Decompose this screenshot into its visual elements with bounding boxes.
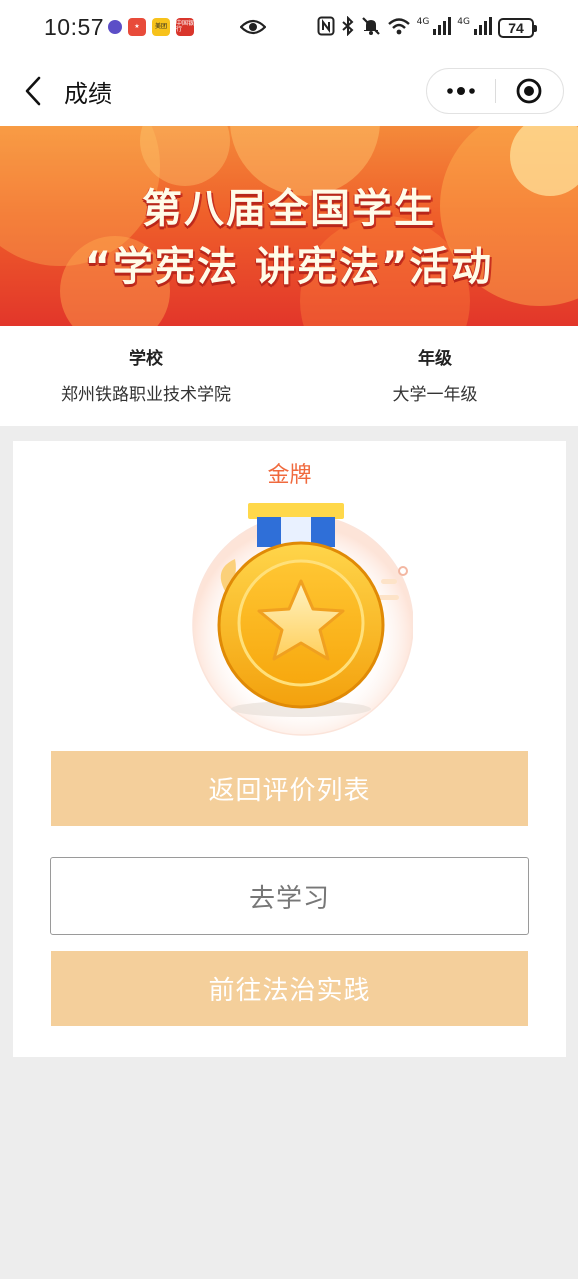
go-study-button[interactable]: 去学习 [50,857,529,935]
status-right-icons: 4G 4G 74 [317,15,537,40]
wifi-icon [387,16,411,40]
more-button[interactable] [427,69,495,113]
network-type-label: 4G [416,17,430,27]
back-button[interactable] [18,74,48,108]
banner-title-line1: 第八届全国学生 [142,186,436,232]
mute-bell-icon [361,16,381,40]
network-type-label: 4G [457,17,470,27]
school-label: 学校 [129,349,163,369]
bluetooth-icon [341,15,355,40]
close-mini-program-button[interactable] [496,69,564,113]
more-dots-icon [446,87,475,95]
bank-icon: 中国银行 [176,18,194,36]
app-notification-icon [108,20,122,34]
chevron-left-icon [25,76,41,106]
school-info: 学校 郑州铁路职业技术学院 [0,344,292,405]
school-value: 郑州铁路职业技术学院 [61,385,231,405]
target-close-icon [516,78,542,104]
back-to-evaluation-list-button[interactable]: 返回评价列表 [51,751,528,826]
grade-info: 年级 大学一年级 [292,344,578,405]
status-bar: 10:57 ★ 美团 中国银行 4G 4G 74 [0,0,578,56]
banner-title-line2: “学宪法 讲宪法”活动 [84,244,494,290]
signal-icon [472,16,492,40]
grade-label: 年级 [418,349,452,369]
status-time: 10:57 [44,14,105,40]
meituan-icon: 美团 [152,18,170,36]
grade-value: 大学一年级 [392,385,478,405]
eye-icon [239,17,267,41]
status-app-icons: ★ 美团 中国银行 [108,18,194,36]
nfc-icon [317,16,335,40]
gold-medal-star-icon [173,499,414,739]
title-bar: 成绩 [0,56,578,126]
mini-program-capsule [426,68,564,114]
page-title: 成绩 [64,80,112,108]
event-banner: 第八届全国学生 “学宪法 讲宪法”活动 [0,126,578,326]
battery-indicator: 74 [498,18,537,38]
go-legal-practice-button[interactable]: 前往法治实践 [51,951,528,1026]
result-card: 金牌 返回评价列表 去学习 前往法治实践 [13,441,566,1057]
student-info: 学校 郑州铁路职业技术学院 年级 大学一年级 [0,326,578,426]
app-notification-icon: ★ [128,18,146,36]
medal-title: 金牌 [267,463,312,488]
signal-icon [431,16,452,40]
